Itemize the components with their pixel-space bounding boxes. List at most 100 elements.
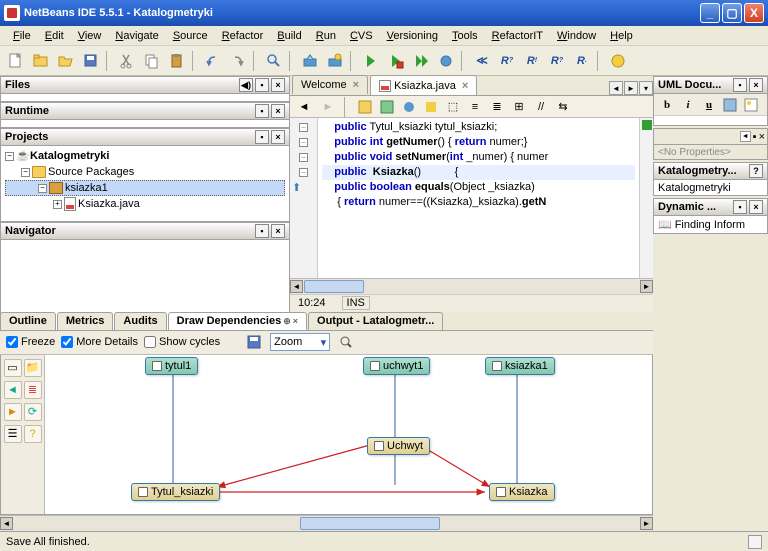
node-uchwyt1[interactable]: uchwyt1 — [363, 357, 430, 375]
dynamic-panel-header[interactable]: Dynamic ... ▪ × — [653, 198, 768, 216]
ed-btn-9[interactable]: // — [532, 98, 550, 116]
tree-src-packages[interactable]: − Source Packages — [5, 164, 285, 180]
tree-project-root[interactable]: − ☕ Katalogmetryki — [5, 148, 285, 164]
bottom-tab-audits[interactable]: Audits — [114, 312, 166, 330]
uml-close-icon[interactable]: × — [749, 78, 763, 92]
zoom-combobox[interactable]: Zoom▾ — [270, 333, 330, 351]
tab-scroll-left-button[interactable]: ◄ — [609, 81, 623, 95]
palette-folder-button[interactable]: 📁 — [24, 359, 42, 377]
scroll-thumb[interactable] — [300, 517, 440, 530]
close-tab-icon[interactable]: × — [353, 79, 359, 91]
palette-back-button[interactable]: ◄ — [4, 381, 22, 399]
editor-tab-welcome[interactable]: Welcome× — [292, 75, 368, 94]
navigator-close-icon[interactable]: × — [271, 224, 285, 238]
bottom-tab-output-latalogmetr-[interactable]: Output - Latalogmetr... — [308, 312, 443, 330]
image-button[interactable] — [742, 96, 760, 114]
scroll-right-button[interactable]: ► — [640, 517, 653, 530]
tree-package[interactable]: − ksiazka1 — [5, 180, 285, 196]
projects-tree[interactable]: − ☕ Katalogmetryki − Source Packages − k… — [1, 146, 289, 214]
files-panel-header[interactable]: Files ◀) ▪ × — [0, 76, 290, 94]
menu-run[interactable]: Run — [309, 28, 343, 44]
ed-btn-5[interactable]: ⬚ — [444, 98, 462, 116]
menu-refactorit[interactable]: RefactorIT — [485, 28, 550, 44]
zoom-in-button[interactable] — [336, 332, 356, 352]
bottom-tab-draw-dependencies[interactable]: Draw Dependencies ⊕ × — [168, 312, 307, 330]
menu-file[interactable]: File — [6, 28, 38, 44]
save-all-button[interactable] — [79, 49, 103, 73]
minimize-button[interactable]: _ — [700, 3, 720, 23]
close-tab-icon[interactable]: × — [462, 80, 468, 92]
underline-button[interactable]: u — [700, 96, 718, 114]
palette-list-button[interactable]: ≣ — [24, 381, 42, 399]
undo-button[interactable] — [201, 49, 225, 73]
copy-button[interactable] — [140, 49, 164, 73]
dynamic-pin-icon[interactable]: ▪ — [733, 200, 747, 214]
diagram-canvas[interactable]: tytul1 uchwyt1 ksiazka1 Uchwyt Tytul_ksi… — [45, 355, 652, 515]
bottom-tab-outline[interactable]: Outline — [0, 312, 56, 330]
italic-button[interactable]: i — [679, 96, 697, 114]
navigator-pin-icon[interactable]: ▪ — [255, 224, 269, 238]
files-close-icon[interactable]: × — [271, 78, 285, 92]
files-pin-icon[interactable]: ▪ — [255, 78, 269, 92]
run-main-button[interactable] — [409, 49, 433, 73]
scroll-left-button[interactable]: ◄ — [0, 517, 13, 530]
ed-btn-8[interactable]: ⊞ — [510, 98, 528, 116]
clean-build-button[interactable] — [323, 49, 347, 73]
tab-scroll-right-button[interactable]: ► — [624, 81, 638, 95]
pin-icon[interactable]: ⊕ — [283, 316, 291, 327]
palette-select-button[interactable]: ▭ — [4, 359, 22, 377]
ed-btn-6[interactable]: ≡ — [466, 98, 484, 116]
node-tytul-ksiazki[interactable]: Tytul_ksiazki — [131, 483, 220, 501]
bold-button[interactable]: b — [658, 96, 676, 114]
palette-tree-button[interactable]: ☰ — [4, 425, 22, 443]
projects-close-icon[interactable]: × — [271, 130, 285, 144]
tab-dropdown-button[interactable]: ▾ — [639, 81, 653, 95]
expand-icon[interactable]: − — [38, 184, 47, 193]
runtime-close-icon[interactable]: × — [271, 104, 285, 118]
proj-help-icon[interactable]: ? — [749, 164, 763, 178]
maximize-button[interactable]: ▢ — [722, 3, 742, 23]
node-uchwyt[interactable]: Uchwyt — [367, 437, 430, 455]
close-button[interactable]: X — [744, 3, 764, 23]
runtime-pin-icon[interactable]: ▪ — [255, 104, 269, 118]
refactorit-button[interactable]: ≪ — [470, 49, 494, 73]
new-project-button[interactable] — [29, 49, 53, 73]
r4-button[interactable]: R. — [570, 49, 594, 73]
menu-tools[interactable]: Tools — [445, 28, 485, 44]
build-button[interactable] — [298, 49, 322, 73]
scroll-left-button[interactable]: ◄ — [290, 280, 303, 293]
palette-forward-button[interactable]: ► — [4, 403, 22, 421]
close-icon[interactable]: × — [293, 316, 298, 326]
paste-button[interactable] — [165, 49, 189, 73]
showcycles-checkbox[interactable]: Show cycles — [144, 336, 220, 348]
projects-pin-icon[interactable]: ▪ — [255, 130, 269, 144]
palette-refresh-button[interactable]: ⟳ — [24, 403, 42, 421]
props-pin-icon[interactable]: ▪ — [753, 131, 757, 143]
node-ksiazka[interactable]: Ksiazka — [489, 483, 555, 501]
tree-java-file[interactable]: + Ksiazka.java — [5, 196, 285, 212]
expand-icon[interactable]: − — [5, 152, 14, 161]
code-editor[interactable]: − − − − ⬆ public Tytul_ksiazki tytul_ksi… — [290, 118, 653, 278]
debug-button[interactable] — [384, 49, 408, 73]
override-icon[interactable]: ⬆ — [292, 181, 301, 194]
open-project-button[interactable] — [54, 49, 78, 73]
ed-btn-2[interactable] — [378, 98, 396, 116]
node-ksiazka1[interactable]: ksiazka1 — [485, 357, 555, 375]
navigator-panel-header[interactable]: Navigator ▪ × — [0, 222, 290, 240]
speaker-icon[interactable]: ◀) — [239, 78, 253, 92]
help-context-button[interactable] — [606, 49, 630, 73]
menu-help[interactable]: Help — [603, 28, 640, 44]
menu-cvs[interactable]: CVS — [343, 28, 380, 44]
attach-debugger-button[interactable] — [434, 49, 458, 73]
menu-source[interactable]: Source — [166, 28, 215, 44]
menu-view[interactable]: View — [71, 28, 109, 44]
palette-help-button[interactable]: ? — [24, 425, 42, 443]
uml-pin-icon[interactable]: ▪ — [733, 78, 747, 92]
bottom-tab-metrics[interactable]: Metrics — [57, 312, 114, 330]
r1-button[interactable]: R? — [495, 49, 519, 73]
editor-tab-ksiazka-java[interactable]: Ksiazka.java× — [370, 75, 477, 95]
menu-window[interactable]: Window — [550, 28, 603, 44]
ed-btn-7[interactable]: ≣ — [488, 98, 506, 116]
menu-edit[interactable]: Edit — [38, 28, 71, 44]
menu-navigate[interactable]: Navigate — [108, 28, 165, 44]
